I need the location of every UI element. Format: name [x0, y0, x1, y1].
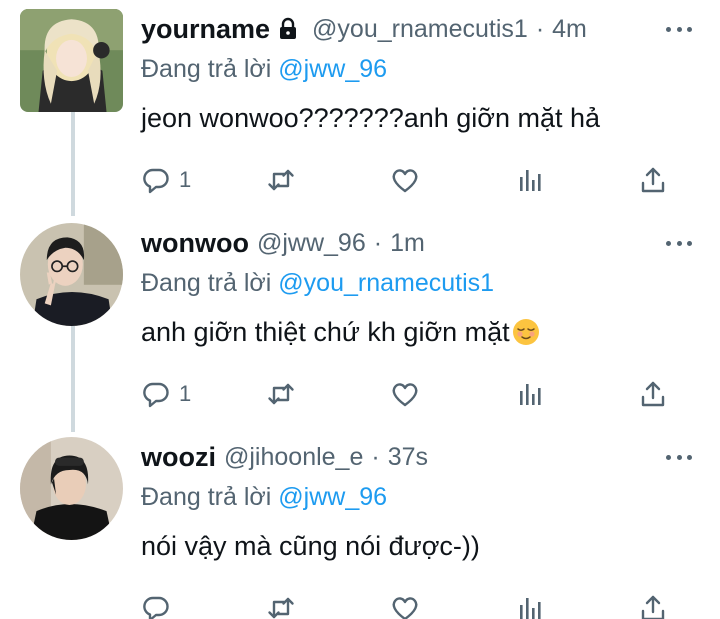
share-button[interactable]	[638, 377, 668, 411]
replying-to-label: Đang trả lời	[141, 269, 272, 297]
retweet-icon	[266, 593, 296, 619]
mention-link[interactable]: @jww_96	[278, 55, 387, 83]
tweet-text: nói vậy mà cũng nói được-))	[141, 531, 480, 561]
replying-to: Đang trả lời @jww_96	[141, 483, 387, 512]
tweet-actions: 1	[0, 163, 720, 197]
analytics-button[interactable]	[515, 591, 545, 619]
separator-dot: ·	[371, 442, 380, 471]
timestamp[interactable]: 4m	[552, 15, 587, 44]
replying-to-label: Đang trả lời	[141, 483, 272, 511]
tweet-actions	[0, 591, 720, 619]
reply-button[interactable]: 1	[141, 163, 191, 197]
tweet-text: anh giỡn thiệt chứ kh giỡn mặt	[141, 317, 510, 347]
replying-to: Đang trả lời @you_rnamecutis1	[141, 269, 494, 298]
reply-button[interactable]	[141, 591, 179, 619]
lock-icon	[276, 17, 300, 41]
retweet-button[interactable]	[266, 591, 296, 619]
more-icon[interactable]	[662, 17, 696, 41]
display-name[interactable]: woozi	[141, 442, 216, 473]
mention-link[interactable]: @you_rnamecutis1	[278, 269, 494, 297]
mention-link[interactable]: @jww_96	[278, 483, 387, 511]
like-button[interactable]	[390, 591, 420, 619]
like-icon	[390, 379, 420, 409]
share-icon	[638, 379, 668, 409]
analytics-button[interactable]	[515, 163, 545, 197]
relieved-face-emoji	[512, 318, 540, 346]
timestamp[interactable]: 1m	[390, 229, 425, 258]
more-icon[interactable]	[662, 231, 696, 255]
replying-to-label: Đang trả lời	[141, 55, 272, 83]
reply-count: 1	[179, 167, 192, 192]
tweet[interactable]: woozi @jihoonle_e · 37s Đang trả lời @jw…	[0, 437, 720, 619]
analytics-icon	[515, 593, 545, 619]
retweet-icon	[266, 165, 296, 195]
user-handle[interactable]: @you_rnamecutis1	[312, 15, 528, 44]
reply-icon	[141, 379, 171, 409]
tweet[interactable]: wonwoo @jww_96 · 1m Đang trả lời @you_rn…	[0, 223, 720, 423]
like-icon	[390, 165, 420, 195]
avatar[interactable]	[20, 223, 123, 326]
like-icon	[390, 593, 420, 619]
analytics-icon	[515, 165, 545, 195]
share-button[interactable]	[638, 163, 668, 197]
tweet[interactable]: yourname @you_rnamecutis1 · 4m Đang trả …	[0, 9, 720, 209]
tweet-text: jeon wonwoo???????anh giỡn mặt hả	[141, 103, 601, 133]
retweet-button[interactable]	[266, 163, 296, 197]
display-name[interactable]: yourname	[141, 14, 270, 45]
separator-dot: ·	[373, 228, 383, 257]
user-handle[interactable]: @jww_96	[257, 229, 366, 258]
analytics-icon	[515, 379, 545, 409]
reply-icon	[141, 165, 171, 195]
like-button[interactable]	[390, 163, 420, 197]
reply-count: 1	[179, 381, 192, 406]
analytics-button[interactable]	[515, 377, 545, 411]
more-icon[interactable]	[662, 445, 696, 469]
reply-button[interactable]: 1	[141, 377, 191, 411]
display-name[interactable]: wonwoo	[141, 228, 249, 259]
retweet-button[interactable]	[266, 377, 296, 411]
avatar[interactable]	[20, 9, 123, 112]
share-icon	[638, 165, 668, 195]
avatar[interactable]	[20, 437, 123, 540]
separator-dot: ·	[535, 14, 545, 43]
replying-to: Đang trả lời @jww_96	[141, 55, 387, 84]
like-button[interactable]	[390, 377, 420, 411]
user-handle[interactable]: @jihoonle_e	[224, 443, 363, 472]
share-icon	[638, 593, 668, 619]
tweet-text-container: anh giỡn thiệt chứ kh giỡn mặt	[141, 317, 540, 348]
timestamp[interactable]: 37s	[388, 443, 428, 472]
share-button[interactable]	[638, 591, 668, 619]
tweet-actions: 1	[0, 377, 720, 411]
reply-icon	[141, 593, 171, 619]
retweet-icon	[266, 379, 296, 409]
